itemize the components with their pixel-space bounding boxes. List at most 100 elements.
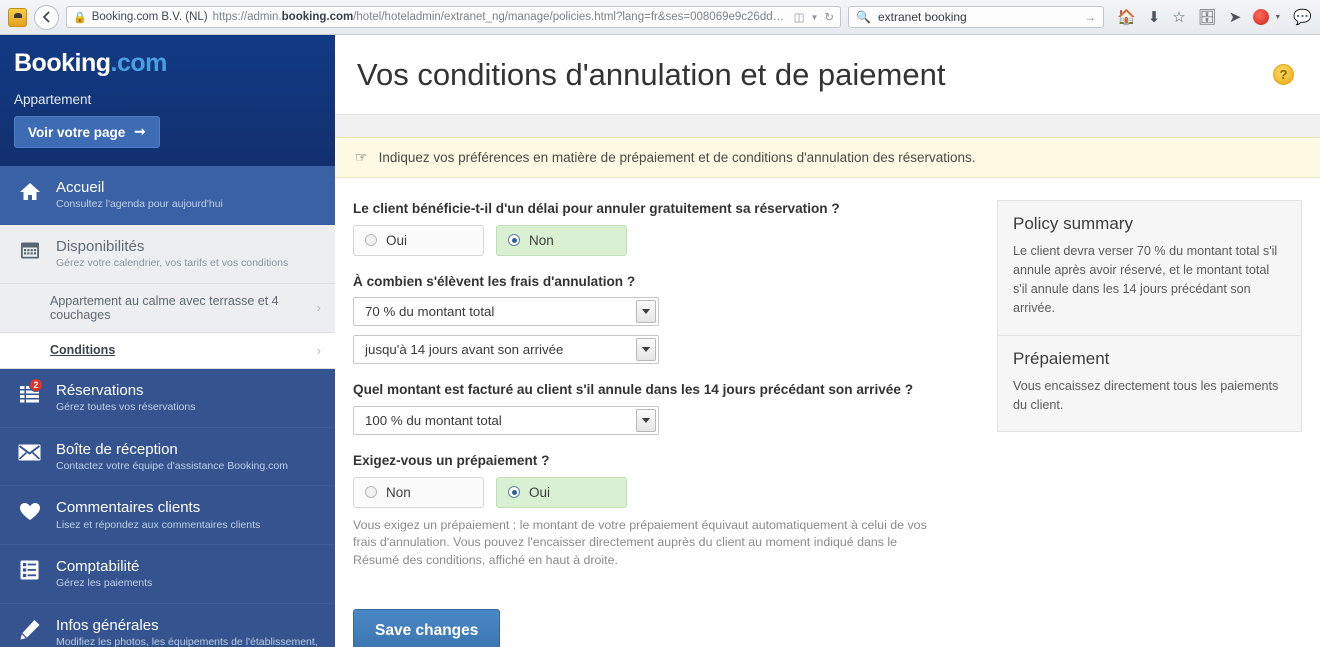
profile-avatar-icon[interactable]	[8, 7, 27, 27]
question-label: Exigez-vous un prépaiement ?	[353, 453, 550, 469]
reader-view-icon[interactable]: ◫	[794, 10, 805, 24]
back-button[interactable]	[34, 4, 59, 30]
view-your-page-button[interactable]: Voir votre page ➞	[14, 116, 160, 148]
sidebar-item-reservations[interactable]: 2 Réservations Gérez toutes vos réservat…	[0, 369, 335, 428]
search-icon: 🔍	[856, 10, 871, 24]
pointing-hand-icon: ☞	[355, 149, 368, 166]
sidebar-item-accueil[interactable]: Accueil Consultez l'agenda pour aujourd'…	[0, 166, 335, 225]
radio-option-non[interactable]: Non	[496, 224, 627, 256]
radio-label: Oui	[386, 232, 408, 248]
go-arrow-icon[interactable]: →	[1084, 10, 1096, 24]
pencil-icon	[16, 618, 43, 640]
sidebar-sublink-appartement[interactable]: Appartement au calme avec terrasse et 4 …	[0, 284, 335, 333]
body-columns: Le client bénéficie-t-il d'un délai pour…	[335, 178, 1320, 647]
url-text: https://admin.booking.com/hotel/hoteladm…	[212, 11, 789, 23]
radio-group-free-cancellation: Oui Non	[353, 224, 977, 256]
chevron-down-icon[interactable]	[636, 409, 656, 433]
calendar-icon	[16, 239, 43, 261]
sublink-label: Conditions	[50, 343, 116, 358]
list-icon: 2	[16, 377, 43, 405]
tip-banner: ☞ Indiquez vos préférences en matière de…	[335, 137, 1320, 179]
sidebar-item-disponibilites[interactable]: Disponibilités Gérez votre calendrier, v…	[0, 225, 335, 284]
radio-label: Non	[529, 232, 554, 248]
search-bar[interactable]: 🔍 extranet booking →	[848, 6, 1105, 28]
library-icon[interactable]: 🗄	[1198, 10, 1217, 25]
select-cancellation-fee[interactable]: 70 % du montant total	[353, 297, 659, 327]
question-label: Quel montant est facturé au client s'il …	[353, 382, 913, 398]
prepayment-helptext: Vous exigez un prépaiement : le montant …	[353, 517, 927, 567]
view-page-label: Voir votre page	[28, 124, 126, 140]
chevron-down-icon[interactable]: ▼	[1274, 14, 1281, 21]
browser-toolbar-icons: 🏠 ⬇ ☆ 🗄 ➤ ▼ 💬	[1111, 9, 1312, 25]
chevron-right-icon: ›	[316, 300, 321, 316]
star-icon[interactable]: ☆	[1172, 10, 1185, 25]
reload-icon[interactable]: ↻	[824, 10, 834, 24]
logo-main-text: Booking	[14, 49, 111, 77]
chat-icon[interactable]: 💬	[1293, 10, 1312, 25]
chevron-down-icon[interactable]	[636, 300, 656, 324]
heart-icon	[16, 500, 43, 522]
arrow-right-icon: ➞	[134, 124, 146, 139]
select-late-cancellation-amount[interactable]: 100 % du montant total	[353, 406, 659, 436]
reservations-badge: 2	[29, 377, 43, 392]
radio-dot-icon	[365, 234, 377, 247]
question-free-cancellation: Le client bénéficie-t-il d'un délai pour…	[353, 200, 977, 256]
sidebar-item-label: Boîte de réception	[56, 440, 178, 458]
page-header: Vos conditions d'annulation et de paieme…	[335, 35, 1320, 116]
property-name: Appartement	[14, 92, 92, 107]
prepayment-summary-card: Prépaiement Vous encaissez directement t…	[997, 335, 1302, 433]
logo-suffix-text: .com	[110, 49, 168, 77]
radio-label: Non	[386, 484, 411, 500]
send-tab-icon[interactable]: ➤	[1229, 10, 1242, 25]
policy-summary-card: Policy summary Le client devra verser 70…	[997, 200, 1302, 336]
sidebar-item-label: Disponibilités	[56, 237, 145, 255]
lock-icon: 🔒	[73, 11, 87, 24]
address-bar[interactable]: 🔒 Booking.com B.V. (NL) https://admin.bo…	[66, 6, 842, 28]
question-label: Le client bénéficie-t-il d'un délai pour…	[353, 201, 840, 217]
sidebar-item-label: Réservations	[56, 381, 144, 399]
page-body: Booking.com Appartement Voir votre page …	[0, 35, 1320, 647]
question-label: À combien s'élèvent les frais d'annulati…	[353, 273, 636, 289]
sidebar-item-label: Infos générales	[56, 617, 159, 635]
content-wrapper: ☞ Indiquez vos préférences en matière de…	[335, 115, 1320, 647]
radio-group-prepayment: Non Oui	[353, 476, 977, 508]
sidebar-item-label: Accueil	[56, 179, 105, 196]
search-input-value[interactable]: extranet booking	[878, 10, 967, 24]
site-identity-label: Booking.com B.V. (NL)	[91, 11, 208, 23]
chevron-right-icon: ›	[316, 342, 321, 358]
download-icon[interactable]: ⬇	[1148, 10, 1161, 25]
sidebar-item-comptabilite[interactable]: Comptabilité Gérez les paiements	[0, 545, 335, 605]
radio-dot-icon	[508, 234, 520, 247]
sidebar: Booking.com Appartement Voir votre page …	[0, 35, 335, 647]
home-icon[interactable]: 🏠	[1117, 10, 1136, 25]
history-dropdown-icon[interactable]: ▼	[810, 13, 818, 22]
radio-option-oui[interactable]: Oui	[496, 476, 627, 508]
radio-dot-icon	[365, 486, 377, 499]
sidebar-item-subtitle: Lisez et répondez aux commentaires clien…	[56, 518, 261, 531]
page-title: Vos conditions d'annulation et de paieme…	[357, 57, 946, 92]
envelope-icon	[16, 442, 43, 464]
radio-option-oui[interactable]: Oui	[353, 224, 484, 256]
sidebar-item-infos-generales[interactable]: Infos générales Modifiez les photos, les…	[0, 604, 335, 647]
radio-option-non[interactable]: Non	[353, 476, 484, 508]
summary-column: Policy summary Le client devra verser 70…	[997, 200, 1302, 647]
question-late-cancellation-amount: Quel montant est facturé au client s'il …	[353, 381, 977, 436]
select-value: 100 % du montant total	[365, 413, 502, 429]
account-icon[interactable]	[1253, 9, 1270, 25]
summary-card-title: Prépaiement	[1013, 348, 1110, 368]
chevron-down-icon[interactable]	[636, 338, 656, 362]
sidebar-item-commentaires-clients[interactable]: Commentaires clients Lisez et répondez a…	[0, 486, 335, 546]
sidebar-item-boite-de-reception[interactable]: Boîte de réception Contactez votre équip…	[0, 428, 335, 487]
summary-card-body: Vous encaissez directement tous les paie…	[1013, 378, 1279, 412]
sidebar-item-subtitle: Gérez les paiements	[56, 577, 153, 590]
booking-logo[interactable]: Booking.com	[0, 49, 335, 92]
address-bar-actions: ◫ ▼ ↻	[794, 10, 834, 24]
sidebar-item-subtitle: Gérez votre calendrier, vos tarifs et vo…	[56, 257, 289, 270]
sidebar-sublink-conditions[interactable]: Conditions ›	[0, 332, 335, 369]
tip-text: Indiquez vos préférences en matière de p…	[378, 150, 976, 166]
help-question-icon[interactable]: ?	[1273, 64, 1294, 85]
question-prepayment: Exigez-vous un prépaiement ? Non Oui Vou…	[353, 452, 977, 570]
summary-card-title: Policy summary	[1013, 214, 1133, 234]
select-cancellation-window[interactable]: jusqu'à 14 jours avant son arrivée	[353, 335, 659, 365]
save-changes-button[interactable]: Save changes	[353, 608, 501, 647]
